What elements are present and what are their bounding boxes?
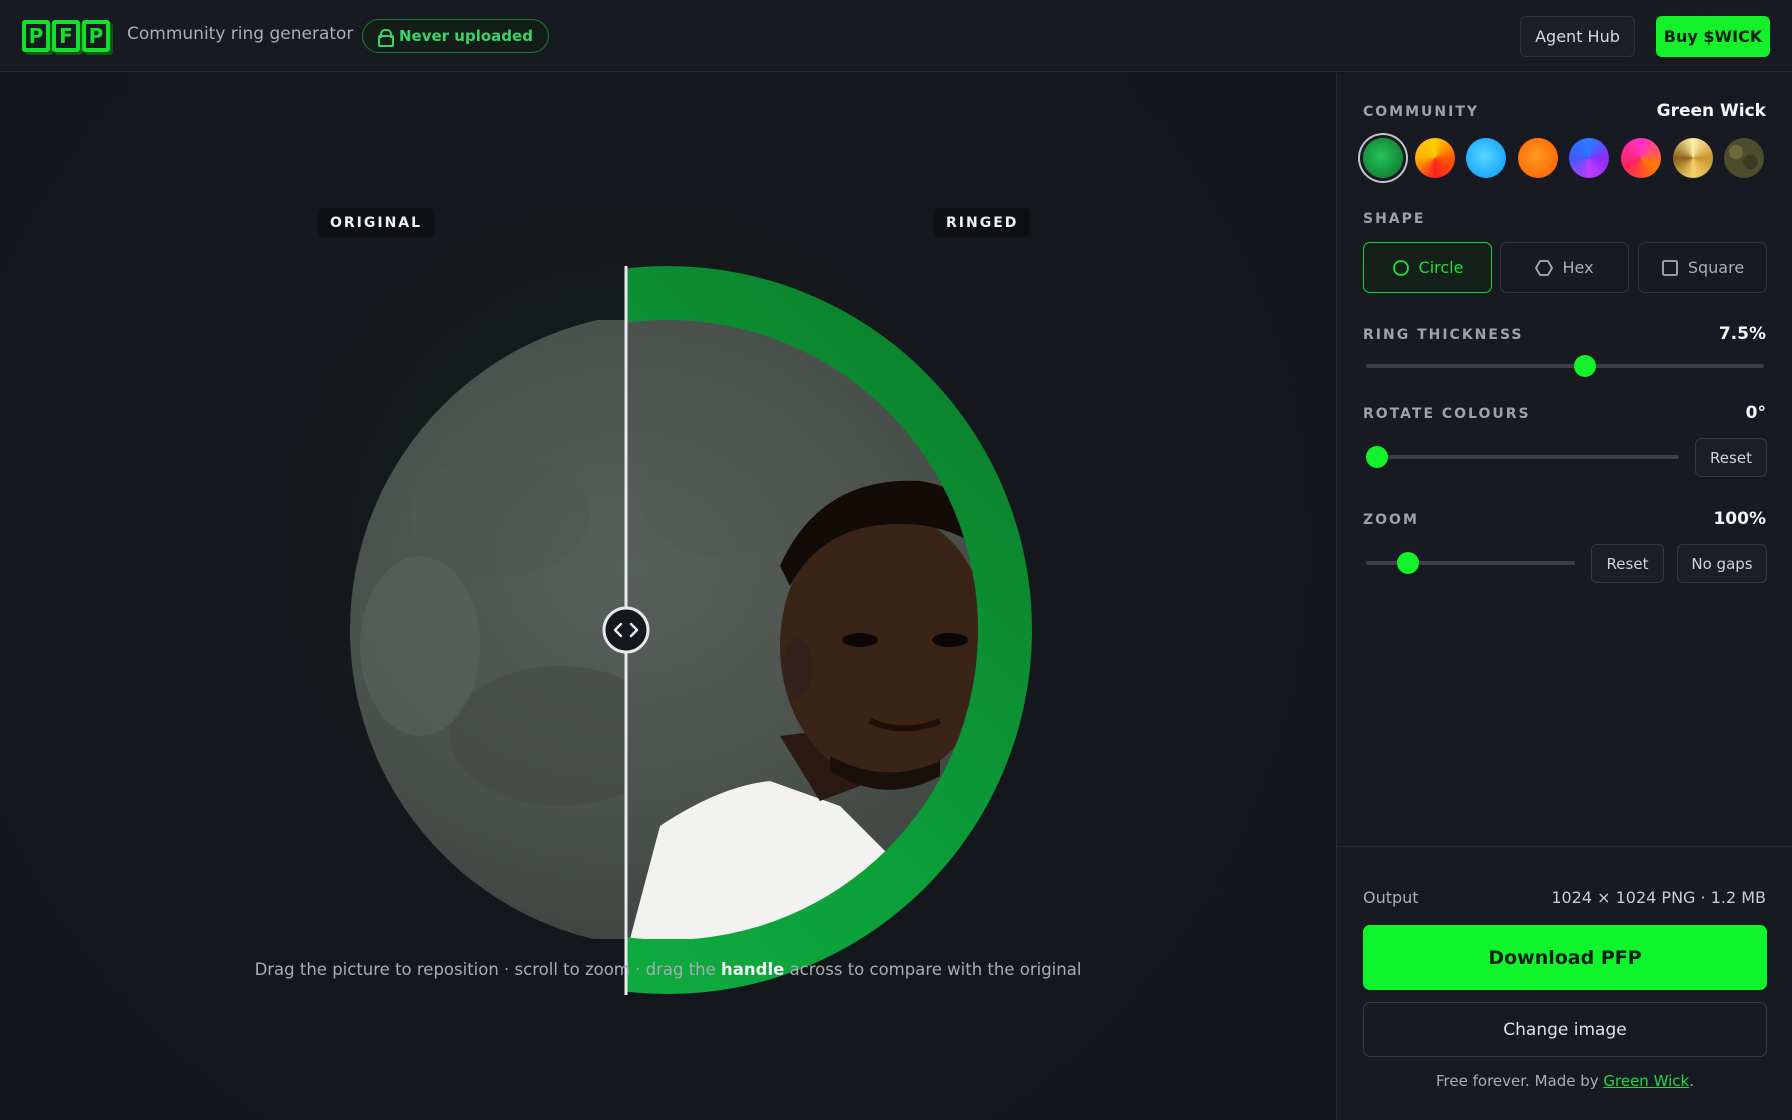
zoom-thumb[interactable] (1396, 552, 1419, 574)
zoom-value: 100% (1713, 509, 1766, 529)
rotate-colours-value: 0° (1745, 403, 1766, 423)
logo-letter-p1: P (22, 20, 50, 52)
logo-letter-f: F (52, 20, 80, 52)
preview-canvas[interactable]: ORIGINAL RINGED Drag the picture to repo… (0, 73, 1336, 1120)
rotate-reset-button[interactable]: Reset (1695, 438, 1767, 477)
no-gaps-button[interactable]: No gaps (1677, 544, 1767, 583)
label-ringed: RINGED (934, 208, 1031, 237)
rotate-colours-slider[interactable] (1366, 455, 1679, 459)
circle-icon (1392, 259, 1409, 276)
compare-preview[interactable] (300, 266, 1036, 995)
rotate-colours-thumb[interactable] (1366, 446, 1388, 468)
usage-hint-strong: handle (721, 960, 785, 979)
logo[interactable]: P F P (22, 20, 110, 52)
output-label: Output (1363, 888, 1419, 907)
compare-handle[interactable] (602, 606, 650, 654)
app-subtitle: Community ring generator (127, 24, 354, 44)
shape-hex-label: Hex (1562, 258, 1594, 277)
footer-link[interactable]: Green Wick (1603, 1072, 1689, 1090)
swatch-fire[interactable] (1415, 138, 1455, 178)
shape-circle-label: Circle (1418, 258, 1464, 277)
hexagon-icon (1535, 259, 1554, 276)
swatch-camo[interactable] (1724, 138, 1764, 178)
privacy-badge: Never uploaded (362, 19, 549, 53)
lock-icon (377, 29, 394, 47)
ring-thickness-thumb[interactable] (1573, 355, 1596, 377)
download-pfp-button[interactable]: Download PFP (1363, 925, 1767, 990)
zoom-reset-button[interactable]: Reset (1591, 544, 1664, 583)
logo-letter-p2: P (82, 20, 110, 52)
community-value: Green Wick (1656, 101, 1766, 121)
zoom-label: ZOOM (1363, 512, 1419, 528)
ring-thickness-slider[interactable] (1366, 364, 1764, 368)
shape-label: SHAPE (1363, 211, 1426, 227)
shape-square-label: Square (1687, 258, 1745, 277)
footer-suffix: . (1689, 1072, 1694, 1090)
rotate-colours-label: ROTATE COLOURS (1363, 406, 1531, 422)
label-original: ORIGINAL (318, 208, 435, 237)
swatch-sky[interactable] (1466, 138, 1506, 178)
privacy-badge-label: Never uploaded (399, 27, 533, 45)
shape-square-button[interactable]: Square (1638, 242, 1767, 293)
panel-divider (1337, 846, 1792, 847)
shape-circle-button[interactable]: Circle (1363, 242, 1492, 293)
agent-hub-button[interactable]: Agent Hub (1520, 16, 1635, 57)
change-image-button[interactable]: Change image (1363, 1002, 1767, 1057)
output-value: 1024 × 1024 PNG · 1.2 MB (1551, 888, 1766, 907)
settings-panel: COMMUNITY Green Wick SHAPE Circle Hex Sq… (1336, 73, 1792, 1120)
swatch-gold[interactable] (1673, 138, 1713, 178)
usage-hint: Drag the picture to reposition · scroll … (0, 960, 1336, 979)
swatch-green[interactable] (1363, 138, 1403, 178)
shape-hex-button[interactable]: Hex (1500, 242, 1629, 293)
ring-thickness-label: RING THICKNESS (1363, 327, 1524, 343)
swatch-magenta[interactable] (1621, 138, 1661, 178)
swatch-orange[interactable] (1518, 138, 1558, 178)
usage-hint-after: across to compare with the original (784, 960, 1082, 979)
square-icon (1661, 259, 1678, 276)
ring-thickness-value: 7.5% (1718, 324, 1766, 344)
top-bar: P F P Community ring generator Never upl… (0, 0, 1792, 72)
buy-wick-button[interactable]: Buy $WICK (1656, 16, 1770, 57)
community-label: COMMUNITY (1363, 104, 1480, 120)
footer-text: Free forever. Made by Green Wick. (1337, 1072, 1792, 1090)
footer-prefix: Free forever. Made by (1436, 1072, 1604, 1090)
swatch-violet[interactable] (1569, 138, 1609, 178)
usage-hint-before: Drag the picture to reposition · scroll … (254, 960, 722, 979)
